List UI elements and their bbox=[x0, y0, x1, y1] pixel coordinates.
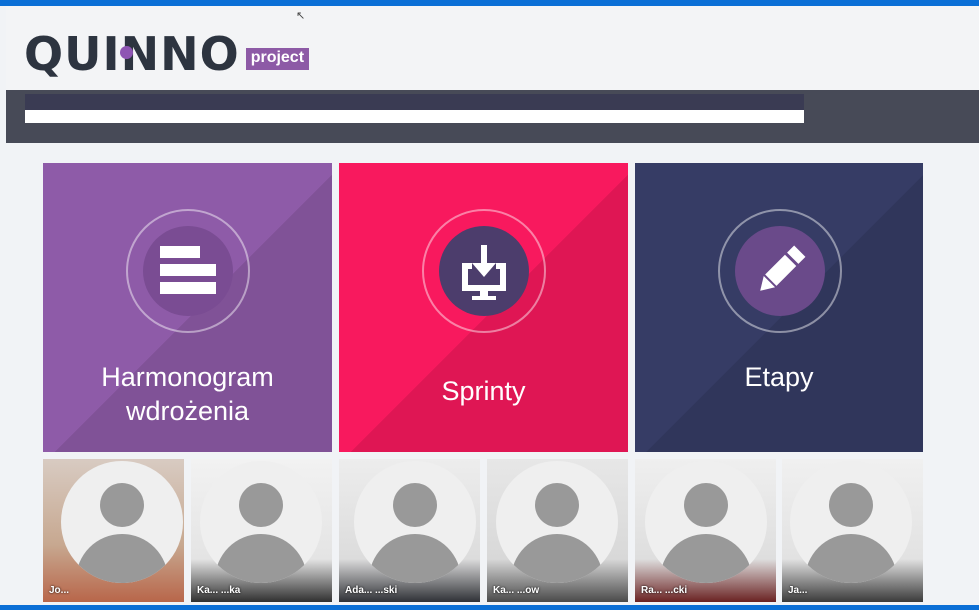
team-member-name: Ra... ...cki bbox=[641, 585, 688, 596]
list-icon bbox=[143, 226, 233, 316]
team-member-card[interactable]: Jo... bbox=[43, 459, 184, 602]
team-member-card[interactable]: Ra... ...cki bbox=[635, 459, 776, 602]
avatar-body bbox=[660, 534, 752, 583]
tile-etapy[interactable]: Etapy bbox=[635, 163, 923, 452]
tile-sprinty-label: Sprinty bbox=[441, 376, 526, 406]
avatar-body bbox=[76, 534, 168, 583]
avatar-body bbox=[805, 534, 897, 583]
pencil-icon bbox=[735, 226, 825, 316]
download-monitor-icon bbox=[439, 226, 529, 316]
tile-harmonogram[interactable]: Harmonogram wdrożenia bbox=[43, 163, 332, 452]
tile-harmonogram-label-line1: Harmonogram bbox=[101, 362, 274, 392]
tile-sprinty[interactable]: Sprinty bbox=[339, 163, 628, 452]
tile-harmonogram-label-line2: wdrożenia bbox=[125, 396, 250, 426]
avatar-head bbox=[829, 483, 873, 527]
avatar bbox=[61, 461, 183, 583]
avatar bbox=[200, 461, 322, 583]
avatar bbox=[645, 461, 767, 583]
team-member-card[interactable]: Ka... ...ka bbox=[191, 459, 332, 602]
team-member-card[interactable]: Ada... ...ski bbox=[339, 459, 480, 602]
avatar-body bbox=[369, 534, 461, 583]
team-member-name: Ja... bbox=[788, 585, 808, 596]
avatar bbox=[354, 461, 476, 583]
avatar-head bbox=[535, 483, 579, 527]
team-member-name: Ka... ...ka bbox=[197, 585, 241, 596]
team-member-name: Jo... bbox=[49, 585, 70, 596]
icon-disc bbox=[143, 226, 233, 316]
avatar-body bbox=[511, 534, 603, 583]
avatar-body bbox=[215, 534, 307, 583]
team-members-strip: Jo... Ka... ...ka Ada... ...ski Ka... ..… bbox=[43, 459, 923, 602]
team-member-card[interactable]: Ja... bbox=[782, 459, 923, 602]
team-member-name: Ka... ...ow bbox=[493, 585, 540, 596]
icon-disc bbox=[439, 226, 529, 316]
bottom-accent-bar bbox=[0, 605, 979, 610]
quinno-logo[interactable]: QUINNO project bbox=[24, 28, 310, 80]
nav-submenu-redacted[interactable] bbox=[25, 110, 804, 123]
avatar-head bbox=[684, 483, 728, 527]
avatar bbox=[790, 461, 912, 583]
team-member-name: Ada... ...ski bbox=[345, 585, 398, 596]
icon-disc bbox=[735, 226, 825, 316]
mouse-cursor-icon: ↖ bbox=[296, 10, 306, 22]
avatar bbox=[496, 461, 618, 583]
avatar-head bbox=[393, 483, 437, 527]
team-member-card[interactable]: Ka... ...ow bbox=[487, 459, 628, 602]
app-header: QUINNO project bbox=[6, 6, 979, 90]
tile-etapy-label: Etapy bbox=[744, 362, 814, 392]
logo-badge: project bbox=[245, 48, 310, 70]
nav-menu-redacted[interactable] bbox=[25, 94, 804, 110]
logo-dot bbox=[120, 46, 133, 59]
avatar-head bbox=[100, 483, 144, 527]
avatar-head bbox=[239, 483, 283, 527]
